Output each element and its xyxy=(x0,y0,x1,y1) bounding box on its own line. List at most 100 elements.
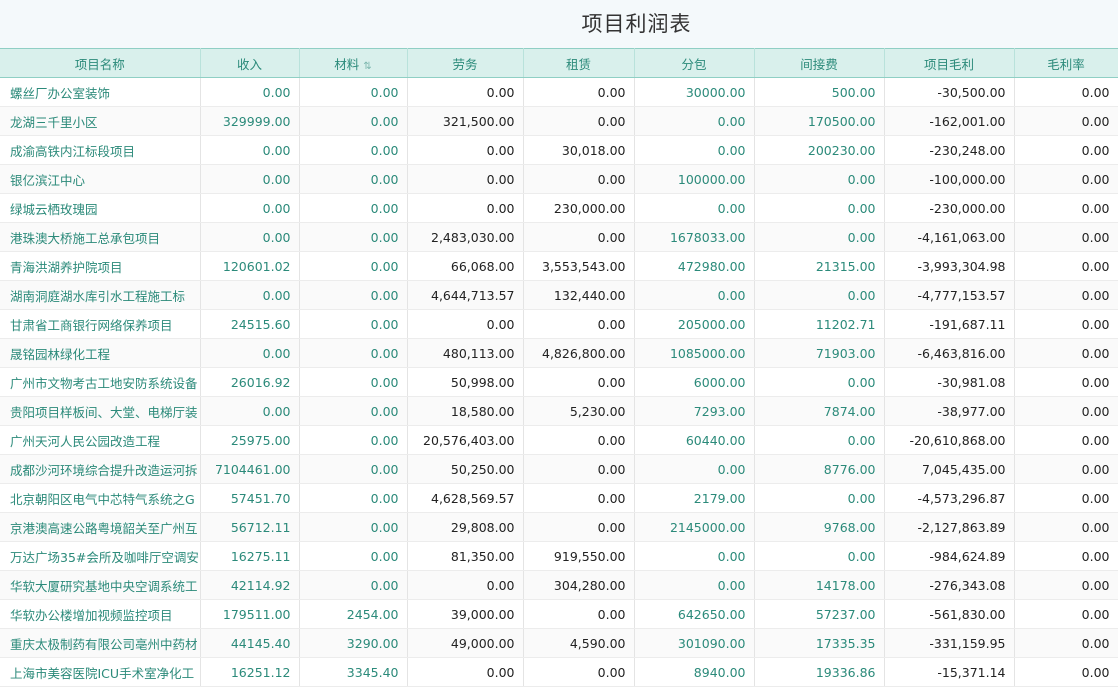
cell-name[interactable]: 港珠澳大桥施工总承包项目 xyxy=(0,222,201,252)
cell-gross: -230,000.00 xyxy=(884,193,1015,223)
cell-margin: 0.00 xyxy=(1014,657,1118,687)
table-row[interactable]: 广州市文物考古工地安防系统设备 26016.92 0.00 50,998.00 0.00… xyxy=(0,367,1118,397)
cell-material: 0.00 xyxy=(299,280,408,310)
cell-labor: 50,250.00 xyxy=(407,454,524,484)
cell-name[interactable]: 银亿滨江中心 xyxy=(0,164,201,194)
cell-material: 0.00 xyxy=(299,193,408,223)
cell-labor: 66,068.00 xyxy=(407,251,524,281)
table-row[interactable]: 京港澳高速公路粤境韶关至广州互 56712.11 0.00 29,808.00 0.00… xyxy=(0,512,1118,542)
cell-name[interactable]: 广州天河人民公园改造工程 xyxy=(0,425,201,455)
table-row[interactable]: 晟铭园林绿化工程 0.00 0.00 480,113.00 4,826,800.00 10… xyxy=(0,338,1118,368)
cell-margin: 0.00 xyxy=(1014,222,1118,252)
col-header-name[interactable]: 项目名称 xyxy=(0,48,201,78)
cell-lease: 132,440.00 xyxy=(523,280,635,310)
table-row[interactable]: 螺丝厂办公室装饰 0.00 0.00 0.00 0.00 30000.00 500.00 -3… xyxy=(0,77,1118,107)
table-row[interactable]: 甘肃省工商银行网络保养项目 24515.60 0.00 0.00 0.00 205000.… xyxy=(0,309,1118,339)
cell-margin: 0.00 xyxy=(1014,367,1118,397)
cell-gross: -3,993,304.98 xyxy=(884,251,1015,281)
col-header-labor[interactable]: 劳务 xyxy=(407,48,524,78)
cell-labor: 4,644,713.57 xyxy=(407,280,524,310)
col-header-margin[interactable]: 毛利率 xyxy=(1014,48,1118,78)
table-row[interactable]: 港珠澳大桥施工总承包项目 0.00 0.00 2,483,030.00 0.00 1678… xyxy=(0,222,1118,252)
cell-gross: -30,500.00 xyxy=(884,77,1015,107)
table-row[interactable]: 成都沙河环境综合提升改造运河拆 7104461.00 0.00 50,250.00 0.… xyxy=(0,454,1118,484)
cell-labor: 29,808.00 xyxy=(407,512,524,542)
cell-margin: 0.00 xyxy=(1014,338,1118,368)
cell-subcontract: 472980.00 xyxy=(634,251,755,281)
cell-name[interactable]: 成都沙河环境综合提升改造运河拆 xyxy=(0,454,201,484)
cell-gross: -276,343.08 xyxy=(884,570,1015,600)
table-row[interactable]: 绿城云栖玫瑰园 0.00 0.00 0.00 230,000.00 0.00 0.00 -23… xyxy=(0,193,1118,223)
cell-name[interactable]: 绿城云栖玫瑰园 xyxy=(0,193,201,223)
cell-income: 44145.40 xyxy=(200,628,300,658)
table-row[interactable]: 华软大厦研究基地中央空调系统工 42114.92 0.00 0.00 304,280.0… xyxy=(0,570,1118,600)
table-row[interactable]: 华软办公楼增加视频监控项目 179511.00 2454.00 39,000.00 0.… xyxy=(0,599,1118,629)
col-header-gross[interactable]: 项目毛利 xyxy=(884,48,1015,78)
table-row[interactable]: 北京朝阳区电气中芯特气系统之G 57451.70 0.00 4,628,569.57 0… xyxy=(0,483,1118,513)
cell-name[interactable]: 青海洪湖养护院项目 xyxy=(0,251,201,281)
cell-labor: 49,000.00 xyxy=(407,628,524,658)
table-row[interactable]: 湖南洞庭湖水库引水工程施工标 0.00 0.00 4,644,713.57 132,44… xyxy=(0,280,1118,310)
cell-name[interactable]: 重庆太极制药有限公司亳州中药材 xyxy=(0,628,201,658)
cell-margin: 0.00 xyxy=(1014,280,1118,310)
cell-indirect: 200230.00 xyxy=(754,135,885,165)
cell-lease: 0.00 xyxy=(523,454,635,484)
cell-subcontract: 1678033.00 xyxy=(634,222,755,252)
cell-indirect: 9768.00 xyxy=(754,512,885,542)
table-row[interactable]: 龙湖三千里小区 329999.00 0.00 321,500.00 0.00 0.00 17… xyxy=(0,106,1118,136)
cell-subcontract: 0.00 xyxy=(634,193,755,223)
cell-income: 25975.00 xyxy=(200,425,300,455)
cell-gross: -2,127,863.89 xyxy=(884,512,1015,542)
cell-name[interactable]: 螺丝厂办公室装饰 xyxy=(0,77,201,107)
cell-name[interactable]: 贵阳项目样板间、大堂、电梯厅装 xyxy=(0,396,201,426)
cell-income: 16275.11 xyxy=(200,541,300,571)
col-header-indirect[interactable]: 间接费 xyxy=(754,48,885,78)
sort-icon[interactable]: ⇅ xyxy=(363,61,371,72)
cell-material: 0.00 xyxy=(299,309,408,339)
profit-table: 项目名称 收入 材料 ⇅ 劳务 租赁 分包 间接费 项目毛利 毛利率 螺丝厂办公室… xyxy=(0,48,1118,687)
cell-material: 0.00 xyxy=(299,425,408,455)
cell-name[interactable]: 成渝高铁内江标段项目 xyxy=(0,135,201,165)
cell-indirect: 11202.71 xyxy=(754,309,885,339)
cell-name[interactable]: 甘肃省工商银行网络保养项目 xyxy=(0,309,201,339)
cell-name[interactable]: 华软办公楼增加视频监控项目 xyxy=(0,599,201,629)
col-header-lease[interactable]: 租赁 xyxy=(523,48,635,78)
cell-gross: -15,371.14 xyxy=(884,657,1015,687)
table-row[interactable]: 贵阳项目样板间、大堂、电梯厅装 0.00 0.00 18,580.00 5,230.00… xyxy=(0,396,1118,426)
cell-material: 0.00 xyxy=(299,367,408,397)
cell-name[interactable]: 北京朝阳区电气中芯特气系统之G xyxy=(0,483,201,513)
table-row[interactable]: 万达广场35#会所及咖啡厅空调安 16275.11 0.00 81,350.00 919… xyxy=(0,541,1118,571)
cell-name[interactable]: 广州市文物考古工地安防系统设备 xyxy=(0,367,201,397)
cell-name[interactable]: 湖南洞庭湖水库引水工程施工标 xyxy=(0,280,201,310)
cell-name[interactable]: 上海市美容医院ICU手术室净化工 xyxy=(0,657,201,687)
cell-name[interactable]: 龙湖三千里小区 xyxy=(0,106,201,136)
cell-subcontract: 642650.00 xyxy=(634,599,755,629)
col-header-income[interactable]: 收入 xyxy=(200,48,300,78)
cell-margin: 0.00 xyxy=(1014,483,1118,513)
table-row[interactable]: 银亿滨江中心 0.00 0.00 0.00 0.00 100000.00 0.00 -100,… xyxy=(0,164,1118,194)
cell-material: 3290.00 xyxy=(299,628,408,658)
cell-margin: 0.00 xyxy=(1014,164,1118,194)
cell-lease: 0.00 xyxy=(523,367,635,397)
cell-labor: 321,500.00 xyxy=(407,106,524,136)
cell-labor: 0.00 xyxy=(407,164,524,194)
cell-name[interactable]: 华软大厦研究基地中央空调系统工 xyxy=(0,570,201,600)
table-row[interactable]: 广州天河人民公园改造工程 25975.00 0.00 20,576,403.00 0.0… xyxy=(0,425,1118,455)
table-row[interactable]: 重庆太极制药有限公司亳州中药材 44145.40 3290.00 49,000.00 4… xyxy=(0,628,1118,658)
cell-labor: 20,576,403.00 xyxy=(407,425,524,455)
table-row[interactable]: 成渝高铁内江标段项目 0.00 0.00 0.00 30,018.00 0.00 20023… xyxy=(0,135,1118,165)
table-row[interactable]: 上海市美容医院ICU手术室净化工 16251.12 3345.40 0.00 0.00 8… xyxy=(0,657,1118,687)
cell-margin: 0.00 xyxy=(1014,251,1118,281)
cell-name[interactable]: 万达广场35#会所及咖啡厅空调安 xyxy=(0,541,201,571)
table-row[interactable]: 青海洪湖养护院项目 120601.02 0.00 66,068.00 3,553,543… xyxy=(0,251,1118,281)
cell-name[interactable]: 晟铭园林绿化工程 xyxy=(0,338,201,368)
cell-name[interactable]: 京港澳高速公路粤境韶关至广州互 xyxy=(0,512,201,542)
col-header-subcontract[interactable]: 分包 xyxy=(634,48,755,78)
title-bar: 项目利润表 xyxy=(0,0,1118,48)
cell-gross: -230,248.00 xyxy=(884,135,1015,165)
cell-subcontract: 205000.00 xyxy=(634,309,755,339)
cell-labor: 0.00 xyxy=(407,193,524,223)
cell-indirect: 71903.00 xyxy=(754,338,885,368)
col-header-material[interactable]: 材料 ⇅ xyxy=(299,48,408,78)
cell-lease: 0.00 xyxy=(523,657,635,687)
